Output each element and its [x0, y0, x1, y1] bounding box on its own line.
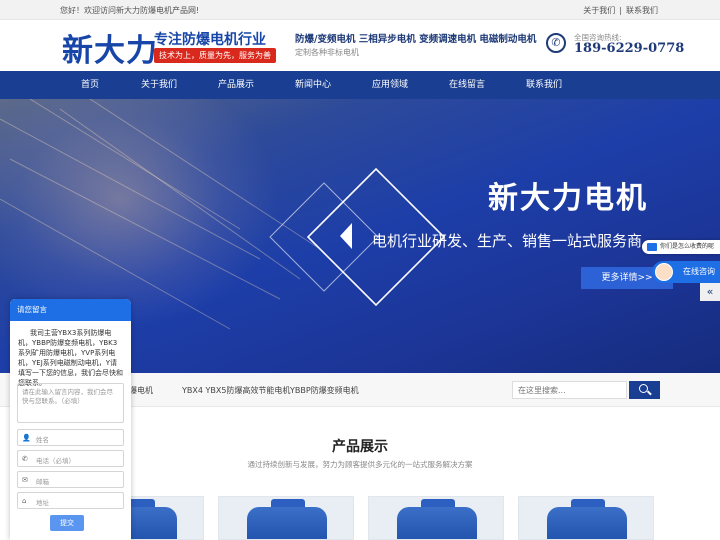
hotline-number: 189-6229-0778 [574, 41, 685, 56]
nav-message[interactable]: 在线留言 [437, 71, 497, 99]
product-image [547, 507, 627, 539]
welcome-text: 您好！欢迎访问新大力防爆电机产品网! [60, 6, 200, 15]
product-card[interactable] [218, 496, 354, 540]
envelope-icon [647, 243, 657, 251]
collapse-icon[interactable]: « [700, 283, 720, 301]
name-field[interactable]: 👤 姓名 [17, 429, 124, 446]
category-ybbp[interactable]: YBBP防爆变频电机 [290, 385, 359, 396]
logo-text: 新大力 [62, 33, 158, 69]
phone-placeholder: 电话（必填） [36, 457, 75, 465]
nav-contact[interactable]: 联系我们 [514, 71, 574, 99]
top-link-contact[interactable]: 联系我们 [626, 6, 658, 15]
logo-slogan: 专注防爆电机行业 [154, 32, 266, 48]
main-nav: 首页 关于我们 产品展示 新闻中心 应用领域 在线留言 联系我们 [0, 71, 720, 99]
submit-button[interactable]: 提交 [50, 515, 84, 531]
site-logo[interactable]: 新大力 专注防爆电机行业 技术为上，质量为先，服务为善 [62, 25, 276, 69]
search-icon-handle [647, 390, 652, 396]
address-placeholder: 地址 [36, 499, 49, 507]
category-ybx4-ybx5[interactable]: YBX4 YBX5防爆高效节能电机 [182, 385, 290, 396]
chat-bubble-text: 你们是怎么收费的呢 [660, 243, 715, 250]
top-bar: 您好！欢迎访问新大力防爆电机产品网! 关于我们 | 联系我们 [0, 0, 720, 20]
product-image [247, 507, 327, 539]
email-icon: ✉ [22, 476, 28, 484]
user-icon: 👤 [22, 434, 31, 442]
search-button[interactable] [629, 381, 660, 399]
email-field[interactable]: ✉ 邮箱 [17, 471, 124, 488]
nav-applications[interactable]: 应用领域 [360, 71, 420, 99]
phone-small-icon: ✆ [22, 455, 28, 463]
top-link-about[interactable]: 关于我们 [583, 6, 615, 15]
online-consult-button[interactable]: 在线咨询 [652, 261, 720, 283]
header-custom-line: 定制各种非标电机 [295, 48, 359, 57]
top-link-separator: | [619, 6, 622, 15]
site-header: 新大力 专注防爆电机行业 技术为上，质量为先，服务为善 防爆/变频电机 三相异步… [0, 20, 720, 71]
agent-avatar [655, 263, 673, 281]
nav-products[interactable]: 产品展示 [206, 71, 266, 99]
message-textarea[interactable]: 请在此输入留言内容，我们会尽快与您联系。（必填） [17, 383, 124, 423]
email-placeholder: 邮箱 [36, 478, 49, 486]
header-products-line: 防爆/变频电机 三相异步电机 变频调速电机 电磁制动电机 [295, 34, 537, 45]
phone-icon: ✆ [546, 33, 566, 53]
address-field[interactable]: ⌂ 地址 [17, 492, 124, 509]
search-input[interactable] [512, 381, 627, 399]
online-consult-label: 在线咨询 [683, 267, 715, 276]
product-image [397, 507, 477, 539]
nav-home[interactable]: 首页 [60, 71, 120, 99]
banner-diamond-small [269, 182, 379, 292]
banner-subtitle: 电机行业研发、生产、销售一站式服务商 [372, 232, 643, 250]
nav-about[interactable]: 关于我们 [129, 71, 189, 99]
message-form-header: 请您留言 [10, 299, 131, 321]
logo-tagline: 技术为上，质量为先，服务为善 [154, 48, 276, 63]
product-card[interactable] [518, 496, 654, 540]
banner-title: 新大力电机 [488, 181, 648, 216]
nav-news[interactable]: 新闻中心 [283, 71, 343, 99]
message-form: 请您留言 我司主营YBX3系列防爆电机，YBBP防爆变频电机，YBK3系列矿用防… [10, 299, 131, 540]
name-placeholder: 姓名 [36, 436, 49, 444]
chat-bubble[interactable]: 你们是怎么收费的呢 [642, 240, 720, 254]
phone-field[interactable]: ✆ 电话（必填） [17, 450, 124, 467]
location-icon: ⌂ [22, 497, 27, 505]
top-links: 关于我们 | 联系我们 [583, 5, 658, 16]
banner-arrow-icon[interactable] [340, 223, 352, 249]
product-card[interactable] [368, 496, 504, 540]
